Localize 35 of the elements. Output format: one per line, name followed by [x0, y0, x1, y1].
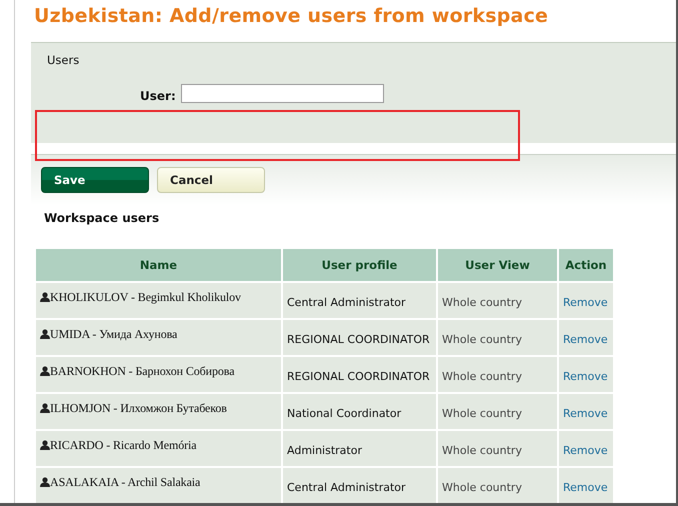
table-cell: Whole country [442, 480, 522, 494]
column-header: Name [35, 248, 282, 282]
user-name: ILHOMJON - Илхомжон Бутабеков [40, 401, 227, 415]
save-button[interactable]: Save [41, 167, 149, 193]
user-icon [40, 292, 50, 302]
table-cell: Administrator [287, 444, 362, 456]
table-cell: National Coordinator [287, 406, 402, 420]
user-name: UMIDA - Умида Ахунова [40, 327, 178, 341]
table-cell: Whole country [442, 332, 522, 346]
user-icon [40, 366, 50, 376]
user-icon [40, 477, 50, 487]
user-name: ASALAKAIA - Archil Salakaia [40, 475, 200, 489]
column-header: User profile [282, 248, 437, 282]
user-icon [40, 329, 50, 339]
user-name: KHOLIKULOV - Begimkul Kholikulov [40, 290, 241, 304]
user-field[interactable] [180, 84, 384, 103]
cancel-button[interactable]: Cancel [157, 167, 265, 193]
table-cell: Whole country [442, 296, 522, 308]
field-label: User: [140, 89, 176, 103]
panel-heading: Users [47, 53, 80, 67]
table-cell: Central Administrator [287, 480, 406, 494]
table-cell: Whole country [442, 406, 522, 420]
table-cell: Central Administrator [287, 296, 406, 308]
page-title: Uzbekistan: Add/remove users from workspace [33, 4, 550, 29]
user-name: BARNOKHON - Барнохон Собирова [40, 364, 234, 378]
table-cell: Whole country [442, 370, 522, 382]
table-cell: REGIONAL COORDINATOR [287, 332, 430, 346]
user-icon [40, 403, 50, 413]
column-header: User View [437, 248, 558, 282]
table-cell: REGIONAL COORDINATOR [287, 370, 430, 382]
section-title: Workspace users [44, 211, 160, 225]
user-name: RICARDO - Ricardo Memória [40, 438, 196, 452]
user-icon [40, 440, 50, 450]
column-header: Action [558, 248, 614, 282]
table-cell: Whole country [442, 444, 522, 456]
